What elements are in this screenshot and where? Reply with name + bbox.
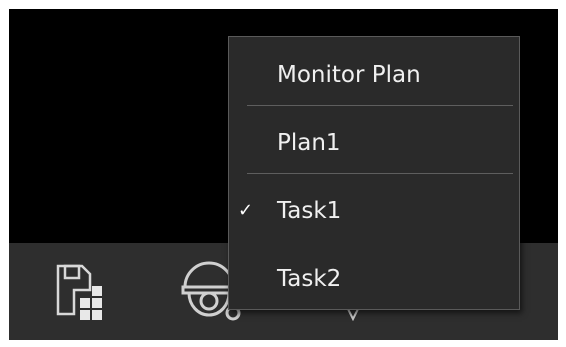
menu-item-label: Task1 [277,198,342,224]
monitor-plan-menu: Monitor Plan Plan1 ✓ Task1 Task2 [228,36,520,310]
menu-separator [247,105,513,106]
menu-item-label: Task2 [277,266,342,292]
checkmark-icon: ✓ [238,200,254,221]
menu-header: Monitor Plan [229,55,519,95]
menu-item-task2[interactable]: Task2 [229,259,519,299]
menu-separator [247,173,513,174]
menu-item-plan1[interactable]: Plan1 [229,123,519,163]
menu-item-label: Plan1 [277,130,341,156]
save-layout-icon[interactable] [52,262,114,328]
menu-header-label: Monitor Plan [277,62,421,88]
menu-item-task1[interactable]: ✓ Task1 [229,191,519,231]
